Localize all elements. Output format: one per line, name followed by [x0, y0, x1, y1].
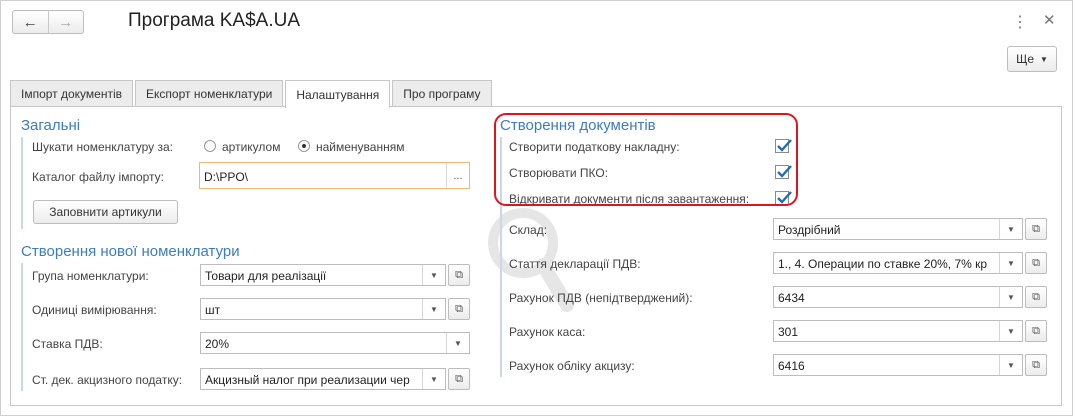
vat-decl-value: 1., 4. Операции по ставке 20%, 7% кр: [778, 257, 988, 271]
more-button-label: Ще: [1016, 52, 1034, 66]
catalog-input[interactable]: D:\PPO\ ...: [199, 162, 470, 189]
radio-name-label: найменуванням: [316, 140, 405, 154]
vat-rate-value: 20%: [205, 337, 230, 351]
excise-account-label: Рахунок обліку акцизу:: [509, 359, 635, 373]
open-icon[interactable]: ⧉: [1025, 218, 1047, 240]
chevron-down-icon[interactable]: ▼: [999, 321, 1022, 341]
excise-select[interactable]: Акцизный налог при реализации чер ▼: [200, 368, 446, 390]
open-icon[interactable]: ⧉: [448, 368, 470, 390]
open-icon[interactable]: ⧉: [448, 298, 470, 320]
warehouse-value: Роздрібний: [778, 223, 841, 237]
highlight-frame: [494, 113, 798, 206]
group-label: Група номенклатури:: [32, 269, 149, 283]
vat-account-label: Рахунок ПДВ (непідтверджений):: [509, 291, 693, 305]
radio-by-name[interactable]: [298, 140, 310, 152]
excise-value: Акцизный налог при реализации чер: [205, 373, 410, 387]
excise-label: Ст. дек. акцизного податку:: [32, 373, 183, 387]
tab-about[interactable]: Про програму: [392, 80, 492, 106]
open-icon[interactable]: ⧉: [1025, 286, 1047, 308]
chevron-down-icon[interactable]: ▼: [999, 253, 1022, 273]
excise-account-select[interactable]: 6416 ▼: [773, 354, 1023, 376]
vat-rate-select[interactable]: 20% ▼: [200, 332, 470, 354]
fill-articles-button[interactable]: Заповнити артикули: [33, 200, 178, 224]
tab-export-nomenclature[interactable]: Експорт номенклатури: [135, 80, 284, 106]
chevron-down-icon[interactable]: ▼: [999, 355, 1022, 375]
search-by-label: Шукати номенклатуру за:: [32, 140, 173, 154]
tab-settings[interactable]: Налаштування: [285, 80, 391, 108]
vertical-dots-icon[interactable]: ⋮: [1012, 12, 1028, 32]
units-select[interactable]: шт ▼: [200, 298, 446, 320]
close-icon[interactable]: ✕: [1043, 11, 1056, 29]
more-button[interactable]: Ще ▼: [1007, 46, 1057, 72]
vat-decl-label: Стаття декларації ПДВ:: [509, 257, 641, 271]
tab-bar: Імпорт документів Експорт номенклатури Н…: [10, 80, 494, 108]
vat-decl-select[interactable]: 1., 4. Операции по ставке 20%, 7% кр ▼: [773, 252, 1023, 274]
open-icon[interactable]: ⧉: [1025, 354, 1047, 376]
cash-account-select[interactable]: 301 ▼: [773, 320, 1023, 342]
chevron-down-icon[interactable]: ▼: [422, 265, 445, 285]
arrow-left-icon[interactable]: ←: [13, 11, 48, 33]
units-value: шт: [205, 303, 221, 317]
group-value: Товари для реалізації: [205, 269, 327, 283]
section-divider: [21, 137, 23, 229]
cash-account-value: 301: [778, 325, 799, 339]
vat-rate-label: Ставка ПДВ:: [32, 337, 103, 351]
excise-account-value: 6416: [778, 359, 805, 373]
vat-account-value: 6434: [778, 291, 805, 305]
open-icon[interactable]: ⧉: [1025, 320, 1047, 342]
catalog-browse-button[interactable]: ...: [446, 163, 469, 188]
chevron-down-icon[interactable]: ▼: [446, 333, 469, 353]
tab-import-documents[interactable]: Імпорт документів: [10, 80, 134, 106]
section-title-general: Загальні: [21, 117, 81, 134]
arrow-right-icon[interactable]: →: [47, 11, 84, 33]
chevron-down-icon[interactable]: ▼: [999, 219, 1022, 239]
window-title: Програма KA$A.UA: [128, 10, 301, 31]
catalog-value: D:\PPO\: [204, 170, 249, 184]
chevron-down-icon[interactable]: ▼: [422, 299, 445, 319]
radio-article-label: артикулом: [222, 140, 281, 154]
radio-by-article[interactable]: [204, 140, 216, 152]
chevron-down-icon: ▼: [1040, 54, 1048, 64]
chevron-down-icon[interactable]: ▼: [999, 287, 1022, 307]
section-title-new-nomenclature: Створення нової номенклатури: [21, 243, 240, 260]
warehouse-select[interactable]: Роздрібний ▼: [773, 218, 1023, 240]
navigation-buttons: ← →: [12, 10, 84, 34]
units-label: Одиниці вимірювання:: [32, 303, 157, 317]
section-divider: [21, 263, 23, 391]
catalog-label: Каталог файлу імпорту:: [32, 170, 165, 184]
cash-account-label: Рахунок каса:: [509, 325, 586, 339]
warehouse-label: Склад:: [509, 223, 548, 237]
open-icon[interactable]: ⧉: [1025, 252, 1047, 274]
chevron-down-icon[interactable]: ▼: [422, 369, 445, 389]
open-icon[interactable]: ⧉: [448, 264, 470, 286]
vat-account-select[interactable]: 6434 ▼: [773, 286, 1023, 308]
group-select[interactable]: Товари для реалізації ▼: [200, 264, 446, 286]
